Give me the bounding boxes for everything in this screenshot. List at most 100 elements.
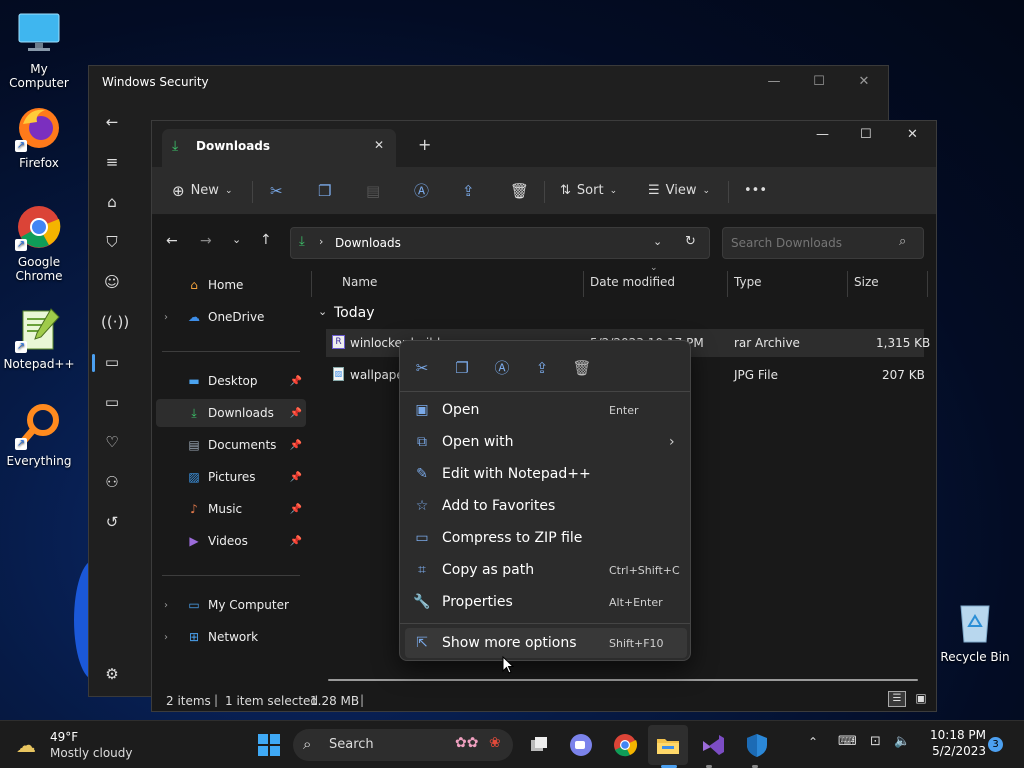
nav-my-computer[interactable]: › ▭ My Computer <box>156 591 306 619</box>
expand-chevron-icon[interactable]: › <box>164 632 174 643</box>
history-icon[interactable]: ↺ <box>101 511 123 533</box>
paste-icon[interactable]: ▤ <box>366 177 380 205</box>
up-arrow-icon[interactable]: ↑ <box>260 232 272 248</box>
minimize-button[interactable]: — <box>816 127 829 142</box>
delete-trash-icon[interactable]: 🗑 <box>510 177 529 205</box>
expand-chevron-icon[interactable]: › <box>164 600 174 611</box>
search-input[interactable] <box>731 236 891 250</box>
settings-gear-icon[interactable]: ⚙ <box>101 663 123 685</box>
rename-icon[interactable]: Ⓐ <box>491 357 513 379</box>
desktop-icon-everything[interactable]: ↗ Everything <box>1 402 77 468</box>
nav-documents[interactable]: ▤ Documents 📌 <box>156 431 306 459</box>
share-icon[interactable]: ⇪ <box>462 177 475 205</box>
column-header-size[interactable]: Size <box>854 275 879 289</box>
group-collapse-chevron-icon[interactable]: ⌄ <box>318 305 327 318</box>
copy-icon[interactable]: ❐ <box>451 357 473 379</box>
nav-downloads[interactable]: ⤓ Downloads 📌 <box>156 399 306 427</box>
details-view-icon[interactable]: ☰ <box>888 691 906 707</box>
menu-item-properties[interactable]: 🔧 Properties Alt+Enter <box>405 587 687 617</box>
new-tab-plus-icon[interactable]: + <box>418 135 431 154</box>
clock[interactable]: 10:18 PM 5/2/2023 <box>916 727 986 759</box>
task-view-icon[interactable] <box>525 731 553 759</box>
menu-item-copy-path[interactable]: ⌗ Copy as path Ctrl+Shift+C <box>405 555 687 585</box>
desktop-icon-chrome[interactable]: ↗ Google Chrome <box>1 203 77 283</box>
cut-icon[interactable]: ✂ <box>411 357 433 379</box>
back-arrow-icon[interactable]: ← <box>166 233 178 249</box>
breadcrumb-downloads[interactable]: Downloads <box>335 236 401 250</box>
chrome-taskbar-icon[interactable] <box>611 731 639 759</box>
column-header-date[interactable]: Date modified <box>590 275 675 289</box>
tab-downloads[interactable]: ⤓ Downloads ✕ <box>162 129 396 167</box>
close-tab-icon[interactable]: ✕ <box>374 138 384 152</box>
horizontal-scrollbar[interactable] <box>328 679 918 681</box>
family-icon[interactable]: ⚇ <box>101 471 123 493</box>
menu-item-open-with[interactable]: ⧉ Open with › <box>405 427 687 457</box>
teams-chat-icon[interactable] <box>567 731 595 759</box>
address-dropdown-chevron-icon[interactable]: ⌄ <box>653 235 662 248</box>
maximize-button[interactable]: ☐ <box>860 127 872 142</box>
menu-item-show-more-options[interactable]: ⇱ Show more options Shift+F10 <box>405 628 687 658</box>
column-header-name[interactable]: Name <box>342 275 377 289</box>
nav-music[interactable]: ♪ Music 📌 <box>156 495 306 523</box>
new-button[interactable]: ⊕ New ⌄ <box>172 177 232 205</box>
menu-item-compress-zip[interactable]: ▭ Compress to ZIP file <box>405 523 687 553</box>
home-icon[interactable]: ⌂ <box>101 191 123 213</box>
back-arrow-icon[interactable]: ← <box>101 111 123 133</box>
maximize-button[interactable]: ☐ <box>796 70 842 94</box>
forward-arrow-icon[interactable]: → <box>200 233 212 249</box>
nav-desktop[interactable]: ▬ Desktop 📌 <box>156 367 306 395</box>
menu-item-edit-notepadpp[interactable]: ✎ Edit with Notepad++ <box>405 459 687 489</box>
delete-trash-icon[interactable]: 🗑 <box>571 357 593 379</box>
column-divider[interactable] <box>847 271 848 297</box>
address-bar[interactable]: ⤓ › Downloads ⌄ ↻ <box>290 227 710 259</box>
tray-overflow-chevron-icon[interactable]: ⌃ <box>808 735 818 749</box>
menu-item-add-favorites[interactable]: ☆ Add to Favorites <box>405 491 687 521</box>
desktop-icon-notepadpp[interactable]: ↗ Notepad++ <box>1 305 77 371</box>
share-icon[interactable]: ⇪ <box>531 357 553 379</box>
rename-icon[interactable]: Ⓐ <box>414 177 429 205</box>
desktop-icon-my-computer[interactable]: My Computer <box>1 10 77 90</box>
minimize-button[interactable]: — <box>751 70 797 94</box>
cut-icon[interactable]: ✂ <box>270 177 283 205</box>
group-header-today[interactable]: Today <box>334 305 375 321</box>
taskbar-search[interactable]: ⌕ Search ✿✿ ❀ <box>293 729 513 761</box>
column-divider[interactable] <box>583 271 584 297</box>
network-monitor-icon[interactable]: ⊡ <box>870 734 881 749</box>
column-header-type[interactable]: Type <box>734 275 762 289</box>
desktop-icon-recycle-bin[interactable]: Recycle Bin <box>937 598 1013 664</box>
device-security-icon[interactable]: ▭ <box>101 391 123 413</box>
sort-button[interactable]: ⇅ Sort ⌄ <box>560 177 617 205</box>
nav-network[interactable]: › ⊞ Network <box>156 623 306 651</box>
visual-studio-icon[interactable] <box>699 731 727 759</box>
tiles-view-icon[interactable]: ▣ <box>912 691 930 707</box>
more-options-button[interactable]: ••• <box>744 177 767 205</box>
search-box[interactable]: ⌕ <box>722 227 924 259</box>
defender-shield-icon[interactable] <box>743 731 771 759</box>
nav-home[interactable]: ⌂ Home <box>156 271 306 299</box>
shield-icon[interactable]: ⛉ <box>101 231 123 253</box>
desktop-icon-firefox[interactable]: ↗ Firefox <box>1 104 77 170</box>
recent-chevron-down-icon[interactable]: ⌄ <box>232 233 241 246</box>
nav-onedrive[interactable]: › ☁ OneDrive <box>156 303 306 331</box>
notification-badge[interactable]: 3 <box>988 737 1003 752</box>
device-health-icon[interactable]: ♡ <box>101 431 123 453</box>
column-divider[interactable] <box>727 271 728 297</box>
account-icon[interactable]: ☺ <box>101 271 123 293</box>
volume-icon[interactable]: 🔈 <box>894 734 910 749</box>
copy-icon[interactable]: ❐ <box>318 177 331 205</box>
refresh-icon[interactable]: ↻ <box>685 234 696 249</box>
network-antenna-icon[interactable]: ((·)) <box>101 311 129 333</box>
column-divider[interactable] <box>927 271 928 297</box>
close-button[interactable]: ✕ <box>841 70 887 94</box>
start-button[interactable] <box>255 731 283 759</box>
close-button[interactable]: ✕ <box>907 127 918 142</box>
app-browser-icon[interactable]: ▭ <box>101 351 123 373</box>
file-explorer-taskbar-icon[interactable] <box>654 731 682 759</box>
nav-videos[interactable]: ▶ Videos 📌 <box>156 527 306 555</box>
expand-chevron-icon[interactable]: › <box>164 312 174 323</box>
view-button[interactable]: ☰ View ⌄ <box>648 177 710 205</box>
hamburger-menu-icon[interactable]: ≡ <box>101 151 123 173</box>
menu-item-open[interactable]: ▣ Open Enter <box>405 395 687 425</box>
keyboard-icon[interactable]: ⌨ <box>838 734 857 749</box>
nav-pictures[interactable]: ▨ Pictures 📌 <box>156 463 306 491</box>
